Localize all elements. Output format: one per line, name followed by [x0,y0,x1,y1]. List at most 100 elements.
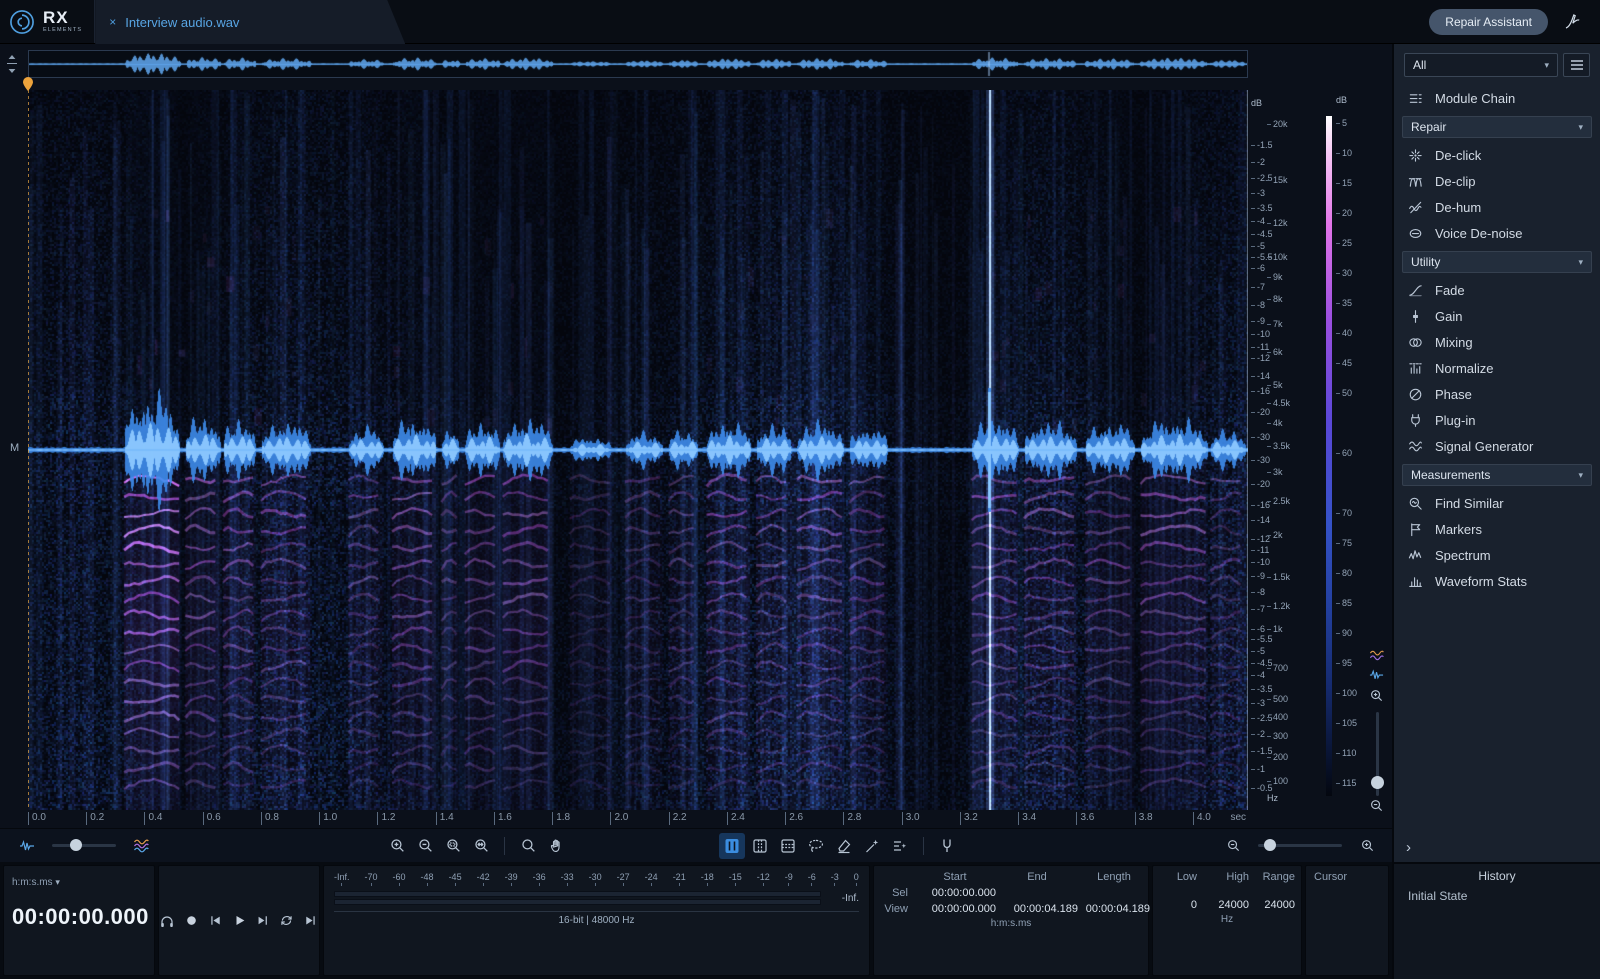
module-menu-button[interactable] [1563,53,1590,77]
freq-tick: 500 [1267,695,1288,703]
module-item-module-chain[interactable]: Module Chain [1394,85,1600,111]
legend-tick: 95 [1336,659,1352,667]
module-item-spectrum[interactable]: Spectrum [1394,542,1600,568]
brush-selection-tool[interactable] [831,833,857,859]
record-button[interactable] [183,908,200,934]
repair-assistant-button[interactable]: Repair Assistant [1429,9,1548,35]
h-zoom-out-icon[interactable] [1220,833,1246,859]
module-item-find-similar[interactable]: Find Similar [1394,490,1600,516]
module-item-voice-de-noise[interactable]: Voice De-noise [1394,220,1600,246]
toolbar [0,828,1392,862]
module-item-waveform-stats[interactable]: Waveform Stats [1394,568,1600,594]
magnifier-tool[interactable] [515,833,541,859]
play-selection-button[interactable] [254,908,271,934]
overview-canvas[interactable] [29,51,1247,77]
spectrogram-canvas[interactable] [28,90,1248,810]
sel-length-value [1078,887,1150,899]
h-zoom-handle[interactable] [1264,839,1276,851]
zoom-selection-tool[interactable] [440,833,466,859]
chevron-down-icon: ▾ [1578,122,1583,133]
module-item-de-click[interactable]: De-click [1394,142,1600,168]
spectrogram-gain-icon[interactable] [1369,648,1384,662]
module-filter-dropdown[interactable]: All ▾ [1404,53,1558,77]
spectrogram-view[interactable] [28,90,1248,810]
play-button[interactable] [231,908,248,934]
h-zoom-in-icon[interactable] [1354,833,1380,859]
go-to-start-button[interactable] [207,908,224,934]
blend-slider-handle[interactable] [70,839,82,851]
level-meter-bars[interactable] [334,889,821,907]
module-item-markers[interactable]: Markers [1394,516,1600,542]
vertical-zoom-handle[interactable] [1371,776,1384,789]
overview-resize-icon[interactable] [5,54,19,74]
module-item-normalize[interactable]: Normalize [1394,355,1600,381]
legend-tick: 5 [1336,119,1347,127]
time-frequency-selection-tool[interactable] [747,833,773,859]
time-tick: 3.4 [1018,812,1036,825]
instant-process-tool[interactable] [934,833,960,859]
lasso-selection-tool[interactable] [803,833,829,859]
waveform-gain-icon[interactable] [1369,668,1384,682]
module-item-de-clip[interactable]: De-clip [1394,168,1600,194]
frequency-selection-tool[interactable] [775,833,801,859]
time-selection-tool[interactable] [719,833,745,859]
module-item-plug-in[interactable]: Plug-in [1394,407,1600,433]
time-tick: 1.6 [494,812,512,825]
time-tick: 2.4 [727,812,745,825]
playhead-marker[interactable] [22,77,34,91]
freq-tick: 300 [1267,732,1288,740]
expand-panel-button[interactable]: › [1394,835,1600,862]
module-item-fade[interactable]: Fade [1394,277,1600,303]
file-tab[interactable]: × Interview audio.wav [95,0,405,44]
time-ruler[interactable]: sec 0.00.20.40.60.81.01.21.41.61.82.02.2… [28,810,1248,828]
vertical-zoom-in-icon[interactable] [1369,688,1384,703]
section-header-utility[interactable]: Utility▾ [1402,251,1592,273]
amp-tick: -3 [1251,189,1265,197]
module-item-gain[interactable]: Gain [1394,303,1600,329]
vertical-zoom-out-icon[interactable] [1369,798,1384,813]
time-tick: 1.0 [319,812,337,825]
playhead-time-display: 00:00:00.000 [12,904,146,930]
module-item-de-hum[interactable]: De-hum [1394,194,1600,220]
freq-tick: 10k [1267,253,1288,261]
monitor-headphones-button[interactable] [159,908,176,934]
section-header-repair[interactable]: Repair▾ [1402,116,1592,138]
spectrogram-color-legend[interactable] [1326,116,1332,796]
wand-settings-tool[interactable] [887,833,913,859]
gain-icon [1408,309,1424,324]
freq-tick: 20k [1267,120,1288,128]
tab-close-icon[interactable]: × [109,15,116,29]
module-item-signal-generator[interactable]: Signal Generator [1394,433,1600,459]
freq-tick: 4k [1267,419,1283,427]
h-zoom-slider[interactable] [1258,844,1342,847]
selection-unit-label: h:m:s.ms [882,918,1140,929]
zoom-in-tool[interactable] [384,833,410,859]
history-item[interactable]: Initial State [1394,883,1600,905]
time-tick: 0.6 [203,812,221,825]
time-tick: 2.6 [785,812,803,825]
legend-tick: 115 [1336,779,1356,787]
freq-tick: 3.5k [1267,442,1290,450]
zoom-out-tool[interactable] [412,833,438,859]
spectrogram-blend-icon[interactable] [128,833,154,859]
time-format-label[interactable]: h:m:s.ms [12,877,53,888]
blend-slider[interactable] [52,844,116,847]
module-item-mixing[interactable]: Mixing [1394,329,1600,355]
freq-tick: 7k [1267,320,1283,328]
section-header-measurements[interactable]: Measurements▾ [1402,464,1592,486]
waveform-blend-icon[interactable] [14,833,40,859]
loop-button[interactable] [278,908,295,934]
module-item-phase[interactable]: Phase [1394,381,1600,407]
meter-readout: -Inf. [829,893,859,904]
legend-scale-unit: dB [1336,96,1347,104]
hand-tool[interactable] [543,833,569,859]
zoom-fit-tool[interactable] [468,833,494,859]
time-format-chevron-icon[interactable]: ▾ [55,877,60,887]
waveform-overview[interactable] [28,50,1248,78]
magic-wand-tool[interactable] [859,833,885,859]
go-to-end-button[interactable] [302,908,319,934]
module-label: Signal Generator [1435,439,1533,454]
view-start-value: 00:00:00.000 [914,903,996,915]
time-tick: 0.0 [28,812,46,825]
freq-tick: 6k [1267,348,1283,356]
